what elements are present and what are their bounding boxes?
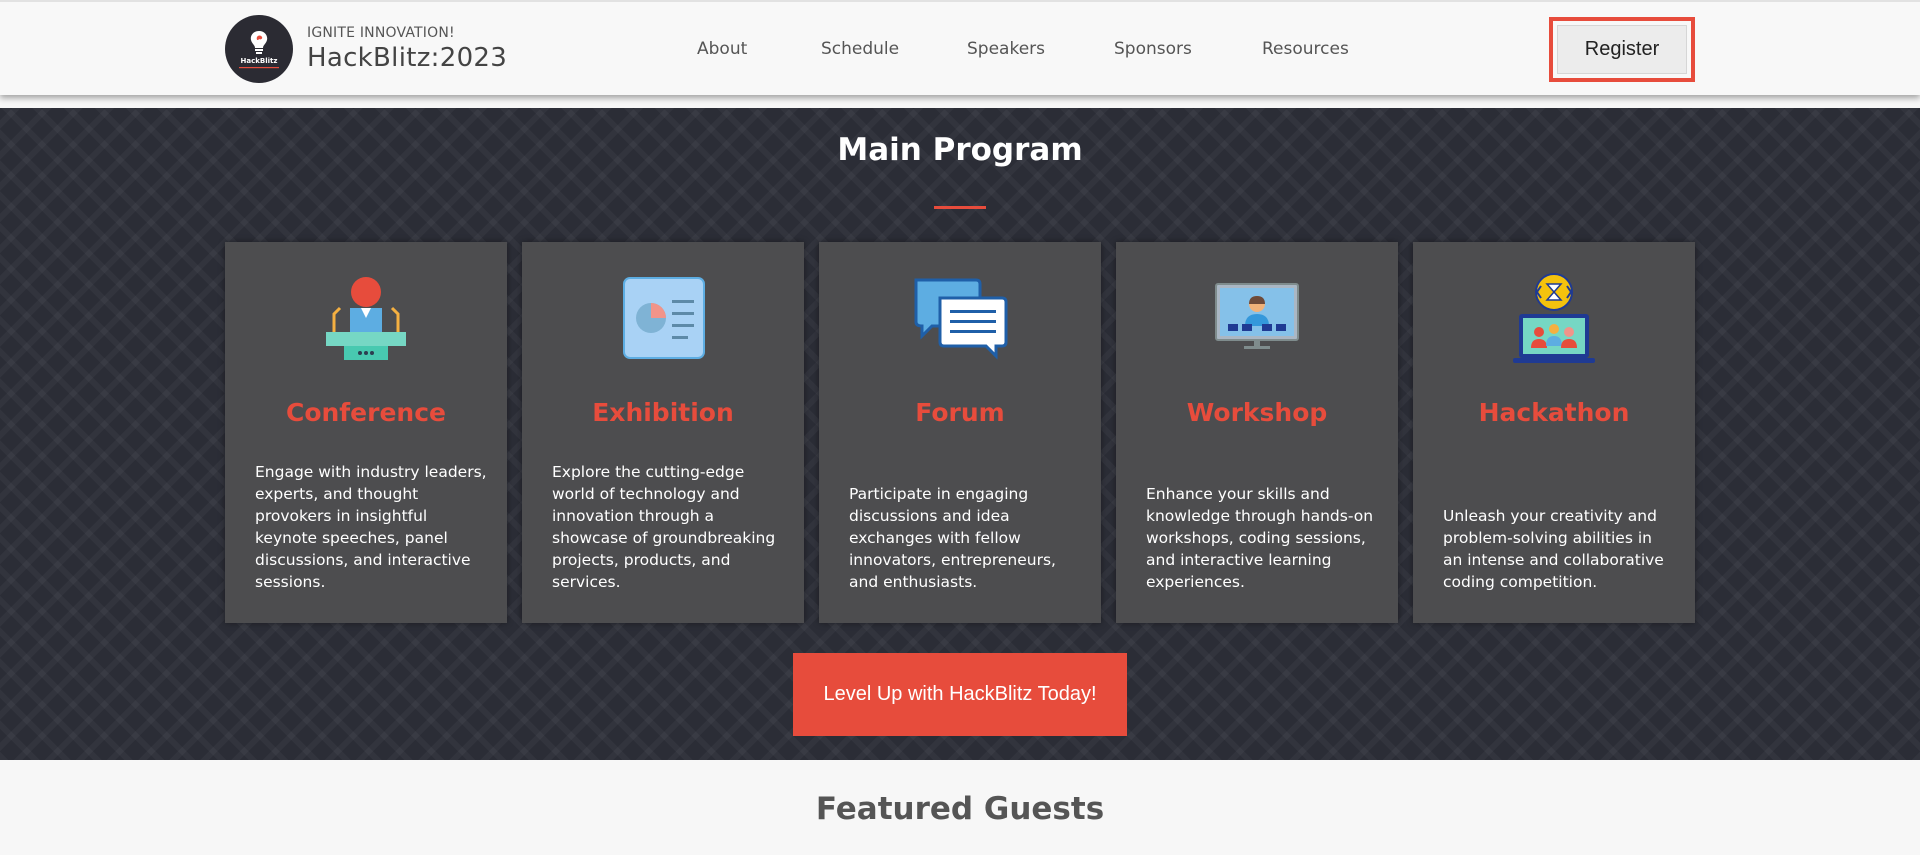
program-card-forum[interactable]: Forum Participate in engaging discussion… [819,242,1101,623]
card-description: Unleash your creativity and problem-solv… [1443,507,1664,591]
site-header: HackBlitz IGNITE INNOVATION! HackBlitz:2… [0,0,1920,95]
presentation-board-icon [623,277,705,359]
logo-text: HackBlitz [240,56,278,65]
video-monitor-icon [1215,283,1299,349]
nav-link-schedule[interactable]: Schedule [821,39,899,59]
register-button[interactable]: Register [1549,17,1695,82]
card-description: Explore the cutting-edge world of techno… [552,463,776,591]
card-title: Hackathon [1478,398,1630,427]
card-description: Engage with industry leaders, experts, a… [255,463,487,591]
laptop-team-code-icon [1513,273,1595,363]
card-title: Exhibition [592,398,734,427]
logo-subline [239,66,279,68]
hackblitz-logo[interactable]: HackBlitz [225,15,293,83]
level-up-cta-button[interactable]: Level Up with HackBlitz Today! [793,653,1127,736]
chat-bubbles-icon [914,278,1008,360]
nav-link-speakers[interactable]: Speakers [967,39,1045,59]
program-card-hackathon[interactable]: Hackathon Unleash your creativity and pr… [1413,242,1695,623]
program-card-workshop[interactable]: Workshop Enhance your skills and knowled… [1116,242,1398,623]
main-program-section: Main Program Conference Engage with indu… [0,108,1920,760]
card-title: Forum [915,398,1005,427]
register-button-label: Register [1584,38,1660,60]
nav-link-resources[interactable]: Resources [1262,39,1349,59]
title-divider [934,206,986,209]
nav-link-sponsors[interactable]: Sponsors [1114,39,1192,59]
section-title: Main Program [837,132,1083,168]
card-title: Workshop [1186,398,1328,427]
card-description: Enhance your skills and knowledge throug… [1146,485,1374,591]
lightbulb-icon [250,30,268,54]
brand-name[interactable]: HackBlitz:2023 [307,43,507,73]
podium-speaker-icon [326,277,406,360]
program-card-exhibition[interactable]: Exhibition Explore the cutting-edge worl… [522,242,804,623]
brand-tagline: IGNITE INNOVATION! [307,25,455,41]
featured-guests-title: Featured Guests [815,791,1105,827]
card-description: Participate in engaging discussions and … [849,485,1056,591]
card-title: Conference [285,398,446,427]
nav-link-about[interactable]: About [697,39,747,59]
program-card-conference[interactable]: Conference Engage with industry leaders,… [225,242,507,623]
